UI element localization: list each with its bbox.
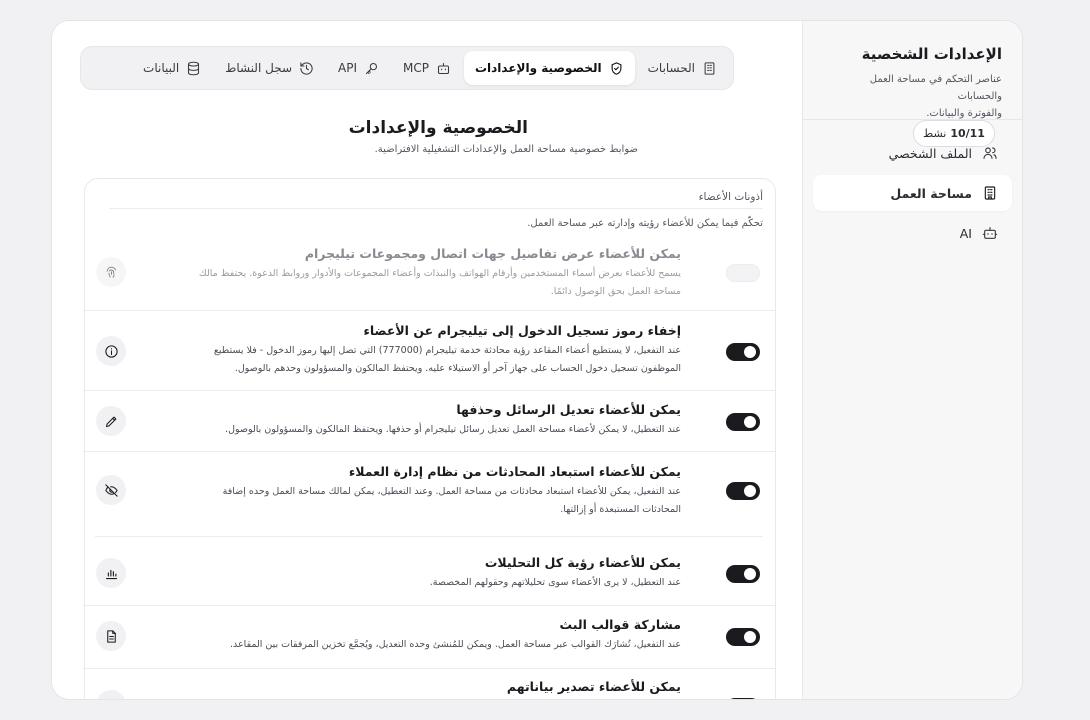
row-text: يمكن للأعضاء رؤية كل التحليلات عند التعط…	[151, 555, 681, 592]
info-icon	[96, 336, 126, 366]
row-description-line: عند التعطيل، لا يمكن لأعضاء مساحة العمل …	[225, 424, 681, 435]
download-icon	[96, 690, 126, 699]
badge-value: 10/11	[950, 127, 985, 140]
row-description: عند التفعيل، تُشارَك القوالب عبر مساحة ا…	[151, 636, 681, 654]
tab-label: MCP	[402, 61, 429, 75]
settings-window: الإعدادات الشخصية عناصر التحكم في مساحة …	[51, 20, 1023, 700]
permission-toggle[interactable]	[726, 698, 760, 699]
tab-activity-log[interactable]: سجل النشاط	[214, 51, 325, 85]
tab-api[interactable]: API	[327, 51, 390, 85]
sidebar-description-line: عناصر التحكم في مساحة العمل والحسابات	[869, 74, 1002, 102]
row-divider	[83, 668, 775, 669]
row-divider	[83, 390, 775, 391]
card-header: أذونات الأعضاء تحكّم فيما يمكن للأعضاء ر…	[85, 179, 775, 237]
shield-icon	[611, 61, 622, 75]
card-description: تحكّم فيما يمكن للأعضاء رؤيته وإدارته عب…	[527, 218, 763, 229]
permission-toggle[interactable]	[726, 565, 760, 583]
permission-toggle[interactable]	[726, 264, 760, 282]
row-description: عند التعطيل، لا يمكن لأعضاء مساحة العمل …	[151, 421, 681, 439]
row-divider	[83, 310, 775, 311]
tab-label: سجل النشاط	[225, 61, 292, 75]
badge-label: نشط	[923, 127, 947, 140]
history-icon	[300, 61, 313, 75]
row-description: عند التفعيل، لا يستطيع أعضاء المقاعد رؤي…	[151, 342, 681, 378]
member-permissions-card: أذونات الأعضاء تحكّم فيما يمكن للأعضاء ر…	[83, 178, 776, 699]
active-count-badge: نشط 10/11	[913, 120, 995, 147]
row-divider	[95, 536, 763, 537]
row-description: يسمح للأعضاء بعرض أسماء المستخدمين وأرقا…	[151, 265, 681, 301]
row-text: مشاركة قوالب البث عند التفعيل، تُشارَك ا…	[151, 617, 681, 654]
card-title: أذونات الأعضاء	[109, 191, 763, 209]
page-title: الخصوصية والإعدادات	[348, 118, 528, 138]
building-icon	[704, 61, 715, 75]
row-description-line: عند التفعيل، تُشارَك القوالب عبر مساحة ا…	[230, 639, 681, 650]
pencil-icon	[96, 406, 126, 436]
permission-toggle[interactable]	[726, 628, 760, 646]
sidebar-item-label: الملف الشخصي	[888, 145, 972, 161]
tab-data[interactable]: البيانات	[132, 51, 212, 85]
bot-icon	[437, 62, 449, 74]
row-description: عند التفعيل، يمكن للأعضاء استبعاد محادثا…	[151, 483, 681, 519]
row-description-line: عند التفعيل، لا يستطيع أعضاء المقاعد رؤي…	[213, 345, 681, 356]
sidebar-item-label: AI	[959, 225, 972, 241]
fingerprint-icon	[96, 257, 126, 287]
row-text: يمكن للأعضاء تصدير بياناتهم	[507, 679, 681, 694]
row-text: يمكن للأعضاء تعديل الرسائل وحذفها عند ال…	[151, 402, 681, 439]
row-title: يمكن للأعضاء تصدير بياناتهم	[506, 679, 681, 694]
bar-chart-icon	[96, 558, 126, 588]
row-title: يمكن للأعضاء استبعاد المحادثات من نظام إ…	[348, 464, 681, 479]
sidebar-description: عناصر التحكم في مساحة العمل والحسابات وا…	[823, 71, 1002, 122]
row-description-line: مساحة العمل بحق الوصول دائمًا.	[550, 286, 681, 297]
users-icon	[983, 147, 997, 159]
settings-tabs: الحسابات الخصوصية والإعدادات MCP API سجل…	[80, 46, 734, 90]
row-divider	[83, 451, 775, 452]
row-title: إخفاء رموز تسجيل الدخول إلى تيليجرام عن …	[363, 323, 681, 338]
sidebar-title: الإعدادات الشخصية	[861, 45, 1002, 63]
tab-accounts[interactable]: الحسابات	[637, 51, 728, 85]
row-text: إخفاء رموز تسجيل الدخول إلى تيليجرام عن …	[151, 323, 681, 378]
row-text: يمكن للأعضاء استبعاد المحادثات من نظام إ…	[151, 464, 681, 519]
page-subtitle: ضوابط خصوصية مساحة العمل والإعدادات التش…	[374, 144, 638, 155]
sidebar-item-workspace[interactable]: مساحة العمل	[813, 175, 1012, 211]
row-title: يمكن للأعضاء تعديل الرسائل وحذفها	[456, 402, 681, 417]
tab-label: API	[338, 61, 357, 75]
key-icon	[365, 62, 378, 74]
row-description-line: عند التعطيل، لا يرى الأعضاء سوى تحليلاته…	[429, 577, 681, 588]
row-divider	[83, 605, 775, 606]
bot-icon	[982, 227, 998, 239]
sidebar-item-ai[interactable]: AI	[813, 215, 1012, 251]
tab-label: الحسابات	[647, 61, 695, 75]
tab-privacy-settings[interactable]: الخصوصية والإعدادات	[463, 51, 635, 85]
sidebar-header: الإعدادات الشخصية عناصر التحكم في مساحة …	[803, 21, 1022, 120]
tab-label: البيانات	[143, 61, 180, 75]
sidebar-item-label: مساحة العمل	[890, 185, 972, 201]
building-icon	[984, 186, 996, 200]
permission-toggle[interactable]	[726, 343, 760, 361]
row-title: مشاركة قوالب البث	[559, 617, 681, 632]
file-text-icon	[96, 621, 126, 651]
row-description-line: يسمح للأعضاء بعرض أسماء المستخدمين وأرقا…	[198, 268, 681, 279]
row-description-line: المحادثات المستبعدة أو إزالتها.	[560, 504, 681, 515]
row-description: عند التعطيل، لا يرى الأعضاء سوى تحليلاته…	[151, 574, 681, 592]
main-content: الحسابات الخصوصية والإعدادات MCP API سجل…	[52, 21, 804, 699]
permission-toggle[interactable]	[726, 413, 760, 431]
row-title: يمكن للأعضاء عرض تفاصيل جهات اتصال ومجمو…	[304, 246, 681, 261]
row-title: يمكن للأعضاء رؤية كل التحليلات	[484, 555, 681, 570]
tab-mcp[interactable]: MCP	[392, 51, 462, 85]
row-text: يمكن للأعضاء عرض تفاصيل جهات اتصال ومجمو…	[151, 246, 681, 301]
eye-off-icon	[96, 475, 126, 505]
row-description-line: الموظفون تسجيل دخول الحساب على جهاز آخر …	[234, 363, 681, 374]
row-description-line: عند التفعيل، يمكن للأعضاء استبعاد محادثا…	[222, 486, 681, 497]
permission-toggle[interactable]	[726, 482, 760, 500]
tab-label: الخصوصية والإعدادات	[474, 61, 602, 75]
database-icon	[188, 61, 200, 75]
